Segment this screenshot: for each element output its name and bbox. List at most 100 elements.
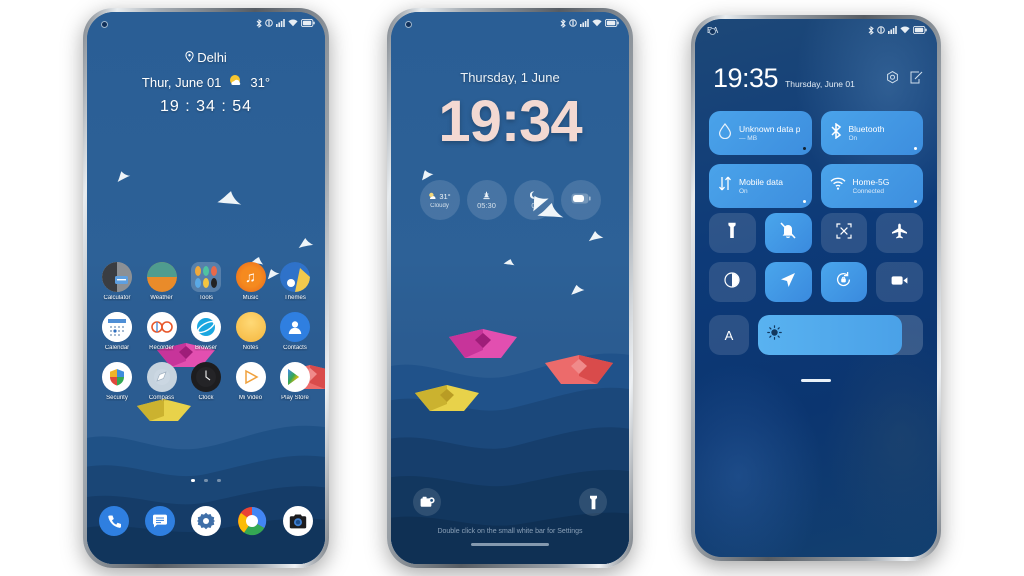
lock-bottom-area: Double click on the small white bar for …	[391, 488, 629, 546]
widget-temperature: 31°	[250, 74, 271, 90]
camera-icon[interactable]	[413, 488, 441, 516]
widget-city-row: Delhi	[87, 50, 325, 65]
auto-brightness-button[interactable]: A	[709, 315, 749, 355]
app-compass[interactable]: Compass	[140, 362, 184, 401]
tile-mobile-data[interactable]: Mobile data On	[709, 164, 812, 208]
page-dot[interactable]	[217, 478, 221, 482]
qs-drag-handle[interactable]	[695, 369, 937, 387]
settings-icon[interactable]	[191, 506, 221, 536]
sun-behind-cloud-icon	[228, 74, 243, 90]
compass-icon	[146, 362, 177, 392]
app-tools-folder[interactable]: Tools	[184, 262, 228, 301]
app-label: Calendar	[104, 345, 130, 351]
brightness-row: A	[709, 315, 923, 355]
lock-date: Thursday, 1 June	[460, 70, 560, 85]
tile-bluetooth[interactable]: Bluetooth On	[820, 111, 923, 155]
weather-chip[interactable]: 31° Cloudy	[419, 180, 460, 220]
bluetooth-icon	[256, 18, 262, 28]
dnd-icon	[569, 19, 577, 27]
lock-info-chips: 31° Cloudy 05:30 0	[391, 180, 629, 220]
notes-icon	[235, 312, 266, 342]
messages-icon[interactable]	[145, 506, 175, 536]
page-dot[interactable]	[204, 478, 208, 482]
tile-data-usage[interactable]: Unknown data p — MB	[709, 111, 812, 155]
alarm-icon	[482, 191, 491, 200]
battery-icon	[605, 19, 619, 27]
weather-chip-row: 31°	[428, 192, 451, 202]
camera-icon[interactable]	[283, 506, 313, 536]
sleep-chip-value: 0	[531, 200, 536, 210]
red-paper-boat	[545, 355, 613, 384]
toggle-dark-mode[interactable]	[709, 262, 756, 302]
alarm-chip-time: 05:30	[477, 200, 496, 210]
mi-video-icon	[235, 362, 266, 392]
settings-gear-icon[interactable]	[886, 71, 899, 89]
wifi-icon	[288, 19, 298, 27]
home-indicator-bar[interactable]	[471, 543, 549, 546]
app-themes[interactable]: Themes	[273, 262, 317, 301]
page-dot[interactable]	[191, 478, 195, 482]
lock-hint-text: Double click on the small white bar for …	[437, 528, 583, 535]
tools-folder-icon	[191, 262, 221, 292]
phone-lock-screen: Thursday, 1 June 19:34 31° Cloudy 05:30 …	[387, 8, 633, 568]
lock-time: 19:34	[438, 89, 582, 154]
brightness-slider-fill	[758, 315, 902, 355]
battery-icon	[571, 191, 591, 209]
edit-icon[interactable]	[910, 71, 923, 89]
app-security[interactable]: Security	[95, 362, 139, 401]
tile-text: Unknown data p — MB	[739, 124, 800, 142]
sleep-chip[interactable]: 0	[513, 180, 554, 220]
flashlight-icon	[727, 222, 737, 244]
screen-record-icon	[891, 273, 908, 291]
dnd-icon	[265, 19, 273, 27]
bluetooth-icon	[560, 18, 566, 28]
toggle-airplane-mode[interactable]	[876, 213, 923, 253]
dock	[87, 506, 325, 536]
toggle-screenshot[interactable]	[820, 213, 868, 253]
tile-subtitle: On	[848, 135, 858, 142]
signal-icon	[276, 19, 285, 27]
app-calendar[interactable]: Calendar	[95, 312, 139, 351]
app-mi-video[interactable]: Mi Video	[229, 362, 273, 401]
alarm-chip[interactable]: 05:30	[466, 180, 507, 220]
app-recorder[interactable]: Recorder	[140, 312, 184, 351]
brightness-slider[interactable]	[758, 315, 923, 355]
app-play-store[interactable]: Play Store	[273, 362, 317, 401]
quick-settings-header: 19:35 Thursday, June 01	[713, 65, 923, 92]
battery-icon	[913, 26, 927, 34]
flashlight-icon[interactable]	[579, 488, 607, 516]
app-contacts[interactable]: Contacts	[273, 312, 317, 351]
page-indicator[interactable]	[87, 469, 325, 487]
qs-toggle-grid	[709, 213, 923, 302]
app-music[interactable]: ♫ Music	[229, 262, 273, 301]
signal-icon	[580, 19, 589, 27]
app-calculator[interactable]: Calculator	[95, 262, 139, 301]
phone-icon[interactable]	[99, 506, 129, 536]
chrome-icon[interactable]	[237, 506, 267, 536]
toggle-screen-record[interactable]	[876, 262, 923, 302]
app-notes[interactable]: Notes	[229, 312, 273, 351]
battery-chip[interactable]	[560, 180, 601, 220]
toggle-silent-mode[interactable]	[764, 213, 812, 253]
location-icon	[780, 272, 796, 293]
app-label: Compass	[148, 395, 175, 401]
tile-subtitle: On	[739, 188, 748, 195]
tile-title: Home-5G	[852, 177, 890, 187]
weather-chip-desc: Cloudy	[430, 202, 449, 209]
seagull-icon	[296, 236, 315, 250]
toggle-location[interactable]	[764, 262, 812, 302]
lock-shortcuts	[391, 488, 629, 516]
wifi-icon	[900, 26, 910, 34]
app-browser[interactable]: Browser	[184, 312, 228, 351]
security-icon	[102, 362, 132, 392]
app-weather[interactable]: Weather	[140, 262, 184, 301]
app-clock[interactable]: Clock	[184, 362, 228, 401]
browser-icon	[191, 312, 221, 342]
weather-clock-widget[interactable]: Delhi Thur, June 01 31° 19 : 34 : 54	[87, 50, 325, 116]
toggle-auto-rotate[interactable]	[820, 262, 868, 302]
data-drop-icon	[718, 122, 732, 144]
tile-wifi[interactable]: Home-5G Connected	[820, 164, 923, 208]
tile-subtitle: — MB	[739, 135, 758, 142]
toggle-flashlight[interactable]	[709, 213, 756, 253]
app-label: Themes	[284, 295, 306, 301]
